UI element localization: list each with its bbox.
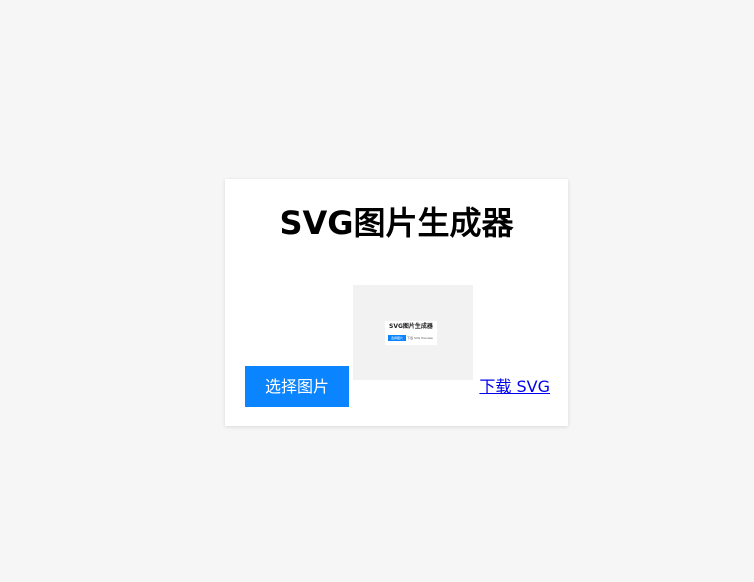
svg-preview-image: SVG图片生成器 选择图片 下载 SVG Preview xyxy=(353,285,473,380)
download-svg-link[interactable]: 下载 SVG xyxy=(478,377,550,397)
preview-mini-link: 下载 SVG Preview xyxy=(407,336,433,340)
preview-mini-button: 选择图片 xyxy=(388,335,406,341)
generator-card: SVG图片生成器 SVG图片生成器 选择图片 下载 SVG Preview 选择… xyxy=(225,179,568,426)
preview-mini-card: SVG图片生成器 选择图片 下载 SVG Preview xyxy=(385,321,437,345)
preview-mini-title: SVG图片生成器 xyxy=(389,323,433,330)
select-image-button[interactable]: 选择图片 xyxy=(245,366,349,407)
page-title: SVG图片生成器 xyxy=(279,204,514,242)
